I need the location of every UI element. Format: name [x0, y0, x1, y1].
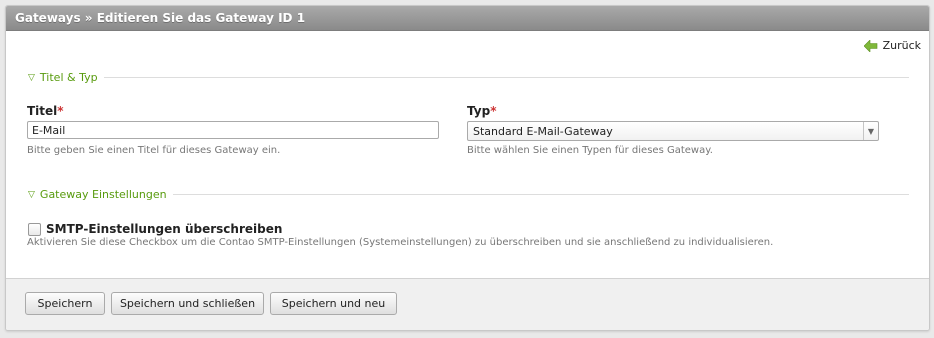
smtp-label[interactable]: SMTP-Einstellungen überschreiben [46, 222, 282, 236]
collapse-triangle-icon: ▽ [28, 189, 35, 200]
divider [172, 194, 909, 195]
type-select-value: Standard E-Mail-Gateway [473, 124, 613, 138]
type-select[interactable]: Standard E-Mail-Gateway ▼ [467, 121, 879, 141]
edit-panel: Gateways » Editieren Sie das Gateway ID … [5, 5, 930, 331]
fieldset-title-type[interactable]: ▽ Titel & Typ [28, 71, 909, 84]
arrow-left-icon [863, 39, 877, 52]
title-input[interactable] [27, 121, 439, 139]
save-close-button[interactable]: Speichern und schließen [111, 292, 264, 315]
back-link[interactable]: Zurück [863, 39, 921, 52]
required-marker: * [490, 104, 497, 118]
fieldset-gateway-settings[interactable]: ▽ Gateway Einstellungen [28, 188, 909, 201]
collapse-triangle-icon: ▽ [28, 72, 35, 83]
back-link-label: Zurück [882, 39, 921, 52]
type-tip: Bitte wählen Sie einen Typen für dieses … [467, 145, 713, 156]
fieldset-legend: Gateway Einstellungen [39, 188, 167, 201]
save-new-button[interactable]: Speichern und neu [270, 292, 397, 315]
smtp-tip: Aktivieren Sie diese Checkbox um die Con… [27, 237, 774, 248]
smtp-checkbox[interactable] [28, 223, 41, 236]
fieldset-legend: Titel & Typ [39, 71, 98, 84]
title-label: Titel* [27, 104, 64, 118]
page-title: Gateways » Editieren Sie das Gateway ID … [6, 6, 929, 31]
type-label: Typ* [467, 104, 497, 118]
required-marker: * [57, 104, 64, 118]
chevron-down-icon[interactable]: ▼ [863, 122, 878, 140]
divider [103, 77, 909, 78]
title-tip: Bitte geben Sie einen Titel für dieses G… [27, 145, 281, 156]
form-footer: Speichern Speichern und schließen Speich… [6, 278, 929, 330]
save-button[interactable]: Speichern [25, 292, 105, 315]
